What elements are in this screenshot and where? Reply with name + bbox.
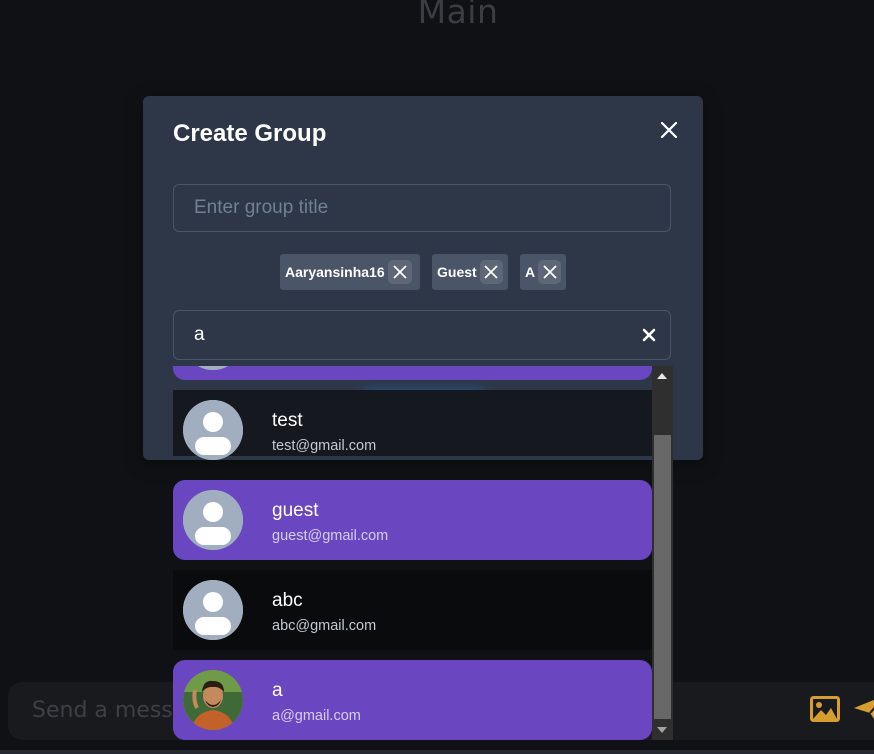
result-name: test [272,410,303,431]
selected-user-chip: A [520,254,566,290]
avatar [183,366,243,370]
default-avatar-icon [183,366,243,370]
selected-user-chip: Guest [432,254,508,290]
result-name: guest [272,500,319,521]
scroll-up-arrow[interactable] [657,373,667,379]
image-icon[interactable] [810,696,840,722]
bottom-divider [0,750,874,754]
result-email: a@gmail.com [272,708,361,724]
avatar [183,490,243,550]
chip-remove-button[interactable] [479,260,503,284]
search-results-dropdown[interactable]: test test@gmail.com guest guest@gmail.co… [173,366,673,740]
result-email: guest@gmail.com [272,528,389,544]
result-name: a [272,680,283,701]
default-avatar-icon [183,580,243,640]
profile-photo [183,670,243,730]
close-icon [392,265,407,279]
close-icon [484,265,498,279]
close-icon [660,121,678,139]
selected-user-chip: Aaryansinha16 [280,254,420,290]
close-icon [542,265,557,279]
scroll-down-arrow[interactable] [657,727,667,733]
chip-remove-button[interactable] [538,260,561,284]
result-name: abc [272,590,303,611]
result-email: abc@gmail.com [272,618,377,634]
chip-label: Guest [437,264,477,280]
scrollbar[interactable] [652,366,673,740]
default-avatar-icon [183,400,243,460]
avatar [183,400,243,460]
results-list: test test@gmail.com guest guest@gmail.co… [173,366,652,740]
list-item[interactable]: guest guest@gmail.com [173,480,652,560]
page-title: Main [417,0,499,31]
list-item[interactable]: abc abc@gmail.com [173,570,652,650]
list-item[interactable]: test test@gmail.com [173,390,652,460]
list-item[interactable] [173,366,652,380]
clear-search-button[interactable] [640,326,658,344]
default-avatar-icon [183,490,243,550]
avatar [183,670,243,730]
group-title-input[interactable] [173,184,671,232]
modal-title: Create Group [173,120,327,147]
scroll-thumb[interactable] [654,435,671,719]
chip-label: Aaryansinha16 [285,264,385,280]
chip-label: A [525,264,536,280]
close-icon [642,328,656,342]
send-icon[interactable] [854,695,874,725]
close-button[interactable] [653,114,685,146]
result-email: test@gmail.com [272,438,377,454]
chip-remove-button[interactable] [387,260,412,284]
list-item[interactable]: a a@gmail.com [173,660,652,740]
avatar [183,580,243,640]
user-search-input[interactable] [173,310,671,360]
